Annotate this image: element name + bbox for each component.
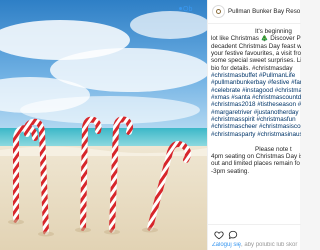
hashtag-line[interactable]: #xmas #santa #christmascountdc xyxy=(211,94,301,101)
caption-line: lot like Christmas 🎄 Discover Pul xyxy=(211,35,301,43)
hashtag-line[interactable]: #christmasbuffet #PullmanLife xyxy=(211,72,301,79)
avatar[interactable] xyxy=(212,5,225,18)
login-prompt-text: , aby polubić lub skor xyxy=(241,242,298,248)
login-link[interactable]: Zaloguj się xyxy=(212,242,241,248)
caption-line: bio for details. #christmasday xyxy=(211,64,293,72)
hashtag-line[interactable]: #margaretriver #justanotherday xyxy=(211,109,301,116)
account-name[interactable]: Pullman Bunker Bay Resort xyxy=(228,8,300,15)
heart-icon[interactable] xyxy=(214,230,224,240)
caption-line: Please note t xyxy=(255,145,292,153)
post-details-panel: Pullman Bunker Bay Resort It's beginning… xyxy=(207,0,301,250)
caption-line: some special sweet surprises. Lin xyxy=(211,57,301,65)
caption-line: -3pm seating. xyxy=(211,167,250,175)
post-photo[interactable]: Ob xyxy=(0,0,207,250)
candy-cane-beach-image xyxy=(0,0,207,250)
hashtag-line[interactable]: #christmasparty #christmasinaus xyxy=(211,131,301,138)
verified-dot-icon xyxy=(179,7,182,10)
login-prompt: Zaloguj się, aby polubić lub skor xyxy=(212,242,301,248)
hashtag-line[interactable]: #christmasspirit #christmasfun xyxy=(211,116,301,123)
hashtag-line[interactable]: #celebrate #instagood #christmas xyxy=(211,87,301,94)
hashtag-line[interactable]: #pullmanbunkerbay #festive #fan xyxy=(211,79,301,86)
post-actions: Zaloguj się, aby polubić lub skor xyxy=(208,224,301,250)
post-header: Pullman Bunker Bay Resort xyxy=(208,0,301,24)
follow-link[interactable]: Ob xyxy=(183,6,192,13)
hashtag-line[interactable]: #christmascheer #christmasiscon xyxy=(211,123,301,130)
caption-line: 4pm seating on Christmas Day is xyxy=(211,152,301,160)
caption-line: decadent Christmas Day feast wit xyxy=(211,42,301,50)
caption-line: It's beginning xyxy=(255,28,292,35)
hashtag-line[interactable]: #christmas2018 #tistheseason #8 xyxy=(211,101,301,108)
comment-icon[interactable] xyxy=(228,230,238,240)
caption-line: out and limited places remain fo xyxy=(211,160,300,168)
resort-logo-icon xyxy=(216,9,221,14)
caption-line: your festive favourites, a visit fror xyxy=(211,50,301,58)
post-caption: It's beginning lot like Christmas 🎄 Disc… xyxy=(211,28,301,218)
